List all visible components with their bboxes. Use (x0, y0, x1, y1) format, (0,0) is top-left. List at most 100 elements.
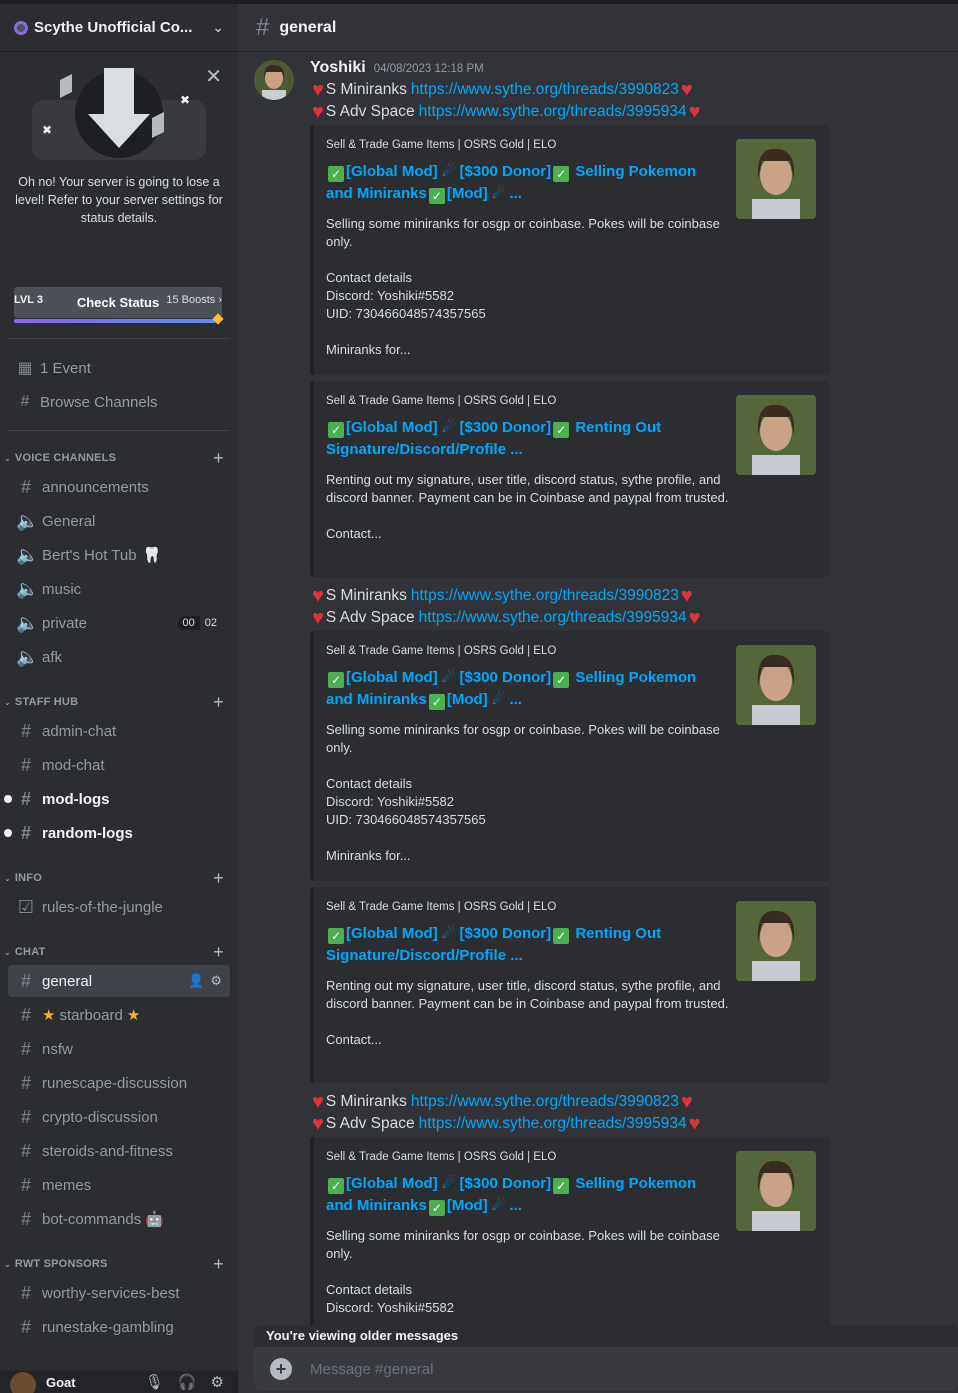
hash-icon: # (20, 1140, 31, 1161)
robot-emoji: 🤖 (145, 1211, 164, 1228)
promo-line: ♥ S Adv Space https://www.sythe.org/thre… (312, 100, 701, 123)
channel-steroids-and-fitness[interactable]: # steroids-and-fitness (8, 1135, 230, 1167)
speaker-icon: 🔈 (16, 612, 39, 633)
server-icon (14, 20, 28, 35)
add-channel-icon[interactable]: + (213, 868, 224, 889)
heart-emoji: ♥ (312, 100, 324, 123)
embed-title[interactable]: ✓ [Global Mod] ☄ [$300 Donor] ✓ Renting Ou… (326, 417, 730, 461)
heart-emoji: ♥ (680, 78, 693, 101)
heart-emoji: ♥ (688, 100, 701, 123)
speaker-icon: 🔈 (16, 510, 39, 531)
channel-memes[interactable]: # memes (8, 1169, 230, 1201)
message-composer: + (254, 1347, 958, 1391)
embed-description: Renting out my signature, user title, di… (326, 472, 729, 541)
link-embed: Sell & Trade Game Items | OSRS Gold | EL… (310, 125, 830, 375)
add-channel-icon[interactable]: + (213, 942, 224, 963)
channel-worthy-services-best[interactable]: # worthy-services-best (8, 1277, 230, 1309)
channel-admin-chat[interactable]: # admin-chat (8, 715, 230, 747)
locked-hash-icon: # (20, 1282, 31, 1303)
embed-title[interactable]: ✓ [Global Mod] ☄ [$300 Donor] ✓ Selling Po… (326, 1173, 730, 1217)
channel-announcements[interactable]: # announcements (8, 471, 230, 503)
headphones-icon[interactable]: 🎧 (178, 1373, 197, 1391)
voice-channel-private[interactable]: 🔈 private 00 02 (8, 607, 230, 639)
user-avatar[interactable] (10, 1372, 36, 1393)
embed-thumbnail[interactable] (736, 1151, 816, 1231)
message-author[interactable]: Yoshiki (310, 59, 366, 77)
voice-channel-afk[interactable]: 🔈 afk (8, 641, 230, 673)
voice-channel-berts-hot-tub[interactable]: 🔈 Bert's Hot Tub 🦷 (8, 539, 230, 571)
close-icon[interactable]: ✕ (205, 64, 222, 89)
add-channel-icon[interactable]: + (213, 692, 224, 713)
voice-channel-general[interactable]: 🔈 General (8, 505, 230, 537)
server-header[interactable]: Scythe Unofficial Co... ⌄ (0, 4, 238, 52)
channel-general[interactable]: # general 👤 ⚙ (8, 965, 230, 997)
embed-title[interactable]: ✓ [Global Mod] ☄ [$300 Donor] ✓ Selling Po… (326, 667, 730, 711)
microphone-icon[interactable]: 🎙 (145, 1373, 164, 1391)
miniranks-link[interactable]: https://www.sythe.org/threads/3990823 (411, 1093, 679, 1111)
channel-runestake-gambling[interactable]: # runestake-gambling (8, 1311, 230, 1343)
gear-icon[interactable]: ⚙ (210, 973, 222, 989)
channel-rules-of-the-jungle[interactable]: ☑ rules-of-the-jungle (8, 891, 230, 923)
invite-icon[interactable]: 👤 (188, 973, 204, 989)
adv-space-link[interactable]: https://www.sythe.org/threads/3995934 (419, 103, 687, 121)
link-embed: Sell & Trade Game Items | OSRS Gold | EL… (310, 381, 830, 577)
channel-nsfw[interactable]: # nsfw (8, 1033, 230, 1065)
heart-emoji: ♥ (680, 584, 693, 607)
message-input[interactable] (310, 1360, 910, 1378)
channel-mod-chat[interactable]: # mod-chat (8, 749, 230, 781)
calendar-icon: ▦ (17, 360, 33, 377)
hash-icon: # (256, 13, 270, 41)
gear-icon[interactable]: ⚙ (211, 1373, 224, 1391)
embed-thumbnail[interactable] (736, 139, 816, 219)
locked-hash-icon: # (20, 788, 31, 809)
channel-mod-logs[interactable]: # mod-logs (4, 783, 230, 815)
browse-channels-link[interactable]: # Browse Channels (8, 388, 230, 416)
channel-runescape-discussion[interactable]: # runescape-discussion (8, 1067, 230, 1099)
chat-area: # general Yoshiki 04/08/2023 12:18 PM ♥ … (238, 4, 958, 1393)
embed-description: Renting out my signature, user title, di… (326, 978, 729, 1047)
heart-emoji: ♥ (680, 1090, 693, 1113)
category-rwt-sponsors[interactable]: ⌄ RWT SPONSORS + (4, 1254, 230, 1274)
attach-plus-icon[interactable]: + (270, 1358, 292, 1380)
embed-thumbnail[interactable] (736, 395, 816, 475)
channel-bot-commands[interactable]: # bot-commands 🤖 (8, 1203, 230, 1235)
locked-hash-icon: # (20, 720, 31, 741)
adv-space-link[interactable]: https://www.sythe.org/threads/3995934 (419, 1115, 687, 1133)
older-messages-bar[interactable]: You're viewing older messages (254, 1325, 958, 1347)
miniranks-link[interactable]: https://www.sythe.org/threads/3990823 (411, 587, 679, 605)
adv-space-link[interactable]: https://www.sythe.org/threads/3995934 (419, 609, 687, 627)
server-level[interactable]: LVL 3 15 Boosts › (14, 294, 222, 323)
voice-channel-music[interactable]: 🔈 music (8, 573, 230, 605)
events-label: 1 Event (40, 359, 91, 377)
hash-icon: # (20, 1208, 31, 1229)
heart-emoji: ♥ (688, 1112, 701, 1135)
category-chat[interactable]: ⌄ CHAT + (4, 942, 230, 962)
add-channel-icon[interactable]: + (213, 448, 224, 469)
events-link[interactable]: ▦ 1 Event (8, 354, 230, 382)
channel-starboard[interactable]: # ★ starboard ★ (8, 999, 230, 1031)
embed-thumbnail[interactable] (736, 901, 816, 981)
embed-title[interactable]: ✓ [Global Mod] ☄ [$300 Donor] ✓ Renting Ou… (326, 923, 730, 967)
boost-illustration: ✖ ✖ (32, 68, 206, 160)
channel-header: # general (238, 4, 958, 52)
caret-icon: ⌄ (4, 947, 11, 957)
embed-title[interactable]: ✓ [Global Mod] ☄ [$300 Donor] ✓ Selling Po… (326, 161, 730, 205)
caret-icon: ⌄ (4, 453, 11, 463)
channel-crypto-discussion[interactable]: # crypto-discussion (8, 1101, 230, 1133)
add-channel-icon[interactable]: + (213, 1254, 224, 1275)
embed-provider: Sell & Trade Game Items | OSRS Gold | EL… (326, 139, 557, 151)
boost-warning-card: ✖ ✖ ✕ Oh no! Your server is going to los… (0, 52, 238, 318)
nsfw-hash-icon: # (20, 1038, 31, 1059)
author-avatar[interactable] (254, 60, 294, 100)
channel-random-logs[interactable]: # random-logs (4, 817, 230, 849)
locked-hash-icon: # (20, 754, 31, 775)
category-staff-hub[interactable]: ⌄ STAFF HUB + (4, 692, 230, 712)
embed-thumbnail[interactable] (736, 645, 816, 725)
embed-provider: Sell & Trade Game Items | OSRS Gold | EL… (326, 1151, 557, 1163)
unread-indicator (4, 829, 12, 837)
category-voice-channels[interactable]: ⌄ VOICE CHANNELS + (4, 448, 230, 468)
category-info[interactable]: ⌄ INFO + (4, 868, 230, 888)
promo-line: ♥ S Miniranks https://www.sythe.org/thre… (312, 584, 693, 607)
hash-icon: # (20, 970, 31, 991)
miniranks-link[interactable]: https://www.sythe.org/threads/3990823 (411, 81, 679, 99)
